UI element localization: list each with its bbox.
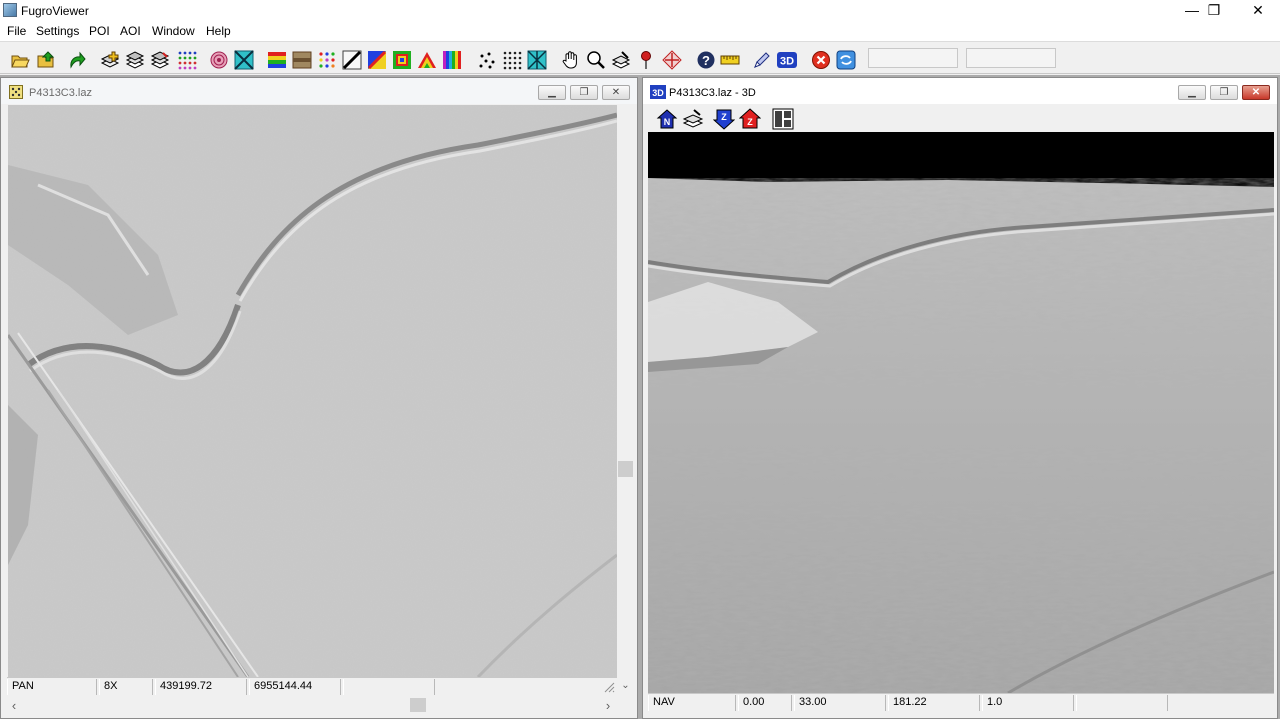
ruler-icon[interactable]: [719, 49, 741, 70]
layer-tilt-icon[interactable]: [682, 108, 704, 130]
north-home-icon[interactable]: N: [656, 108, 678, 130]
map-2d-statusbar: PAN 8X 439199.72 6955144.44: [7, 677, 617, 695]
las-file-icon: [9, 85, 23, 99]
intensity-icon[interactable]: [291, 49, 313, 70]
dots-color-icon[interactable]: [316, 49, 338, 70]
hillshade-terrain: [8, 105, 617, 677]
resize-grip-icon[interactable]: [603, 681, 615, 693]
toolbar-field-1[interactable]: [868, 48, 958, 68]
view-3d-close-button[interactable]: ✕: [1242, 85, 1270, 100]
redo-arrow-icon[interactable]: [66, 49, 88, 70]
main-toolbar: ? 3D: [0, 41, 1280, 74]
view-3d-window: 3D P4313C3.laz - 3D ▁ ❐ ✕ N Z Z NAV 0.00…: [642, 77, 1278, 719]
close-button[interactable]: ✕: [1236, 0, 1280, 21]
refresh-icon[interactable]: [835, 49, 857, 70]
view-3d-statusbar: NAV 0.00 33.00 181.22 1.0: [648, 693, 1274, 711]
maximize-button[interactable]: ❐: [1192, 0, 1236, 21]
scroll-left-arrow-icon[interactable]: ‹: [7, 698, 21, 713]
layers-edit-icon[interactable]: [149, 49, 171, 70]
app-title: FugroViewer: [21, 4, 89, 18]
rainbow-bars-icon[interactable]: [441, 49, 463, 70]
z-up-icon[interactable]: Z: [738, 108, 762, 130]
view-3d-restore-button[interactable]: ❐: [1210, 85, 1238, 100]
status-empty-2: [1076, 695, 1168, 711]
3d-window-icon: 3D: [650, 85, 666, 99]
status-value-2: 33.00: [794, 695, 886, 711]
fugroviewer-app: FugroViewer — ❐ ✕ File Settings POI AOI …: [0, 0, 1280, 719]
menu-settings[interactable]: Settings: [36, 24, 79, 38]
pan-hand-icon[interactable]: [560, 49, 582, 70]
menu-poi[interactable]: POI: [89, 24, 110, 38]
menu-file[interactable]: File: [7, 24, 26, 38]
window-titlebar: FugroViewer — ❐ ✕: [0, 0, 1280, 21]
rgb-diagonal-icon[interactable]: [366, 49, 388, 70]
point-grid-icon[interactable]: [176, 49, 198, 70]
scroll-right-arrow-icon[interactable]: ›: [601, 698, 615, 713]
crosshair-icon[interactable]: [661, 49, 683, 70]
status-x-coordinate: 439199.72: [155, 679, 247, 695]
menu-aoi[interactable]: AOI: [120, 24, 141, 38]
view-3d-minimize-button[interactable]: ▁: [1178, 85, 1206, 100]
poi-pin-icon[interactable]: [635, 49, 657, 70]
menu-window[interactable]: Window: [152, 24, 195, 38]
status-value-4: 1.0: [982, 695, 1074, 711]
elevation-bands-icon[interactable]: [266, 49, 288, 70]
map-2d-titlebar[interactable]: P4313C3.laz ▁ ❐ ✕: [1, 78, 637, 104]
svg-text:?: ?: [702, 53, 710, 68]
map-2d-viewport[interactable]: [8, 105, 617, 677]
status-empty-1: [343, 679, 435, 695]
scroll-down-arrow-icon[interactable]: ⌄: [617, 680, 634, 691]
help-question-icon[interactable]: ?: [694, 49, 716, 70]
view-3d-title: P4313C3.laz - 3D: [669, 87, 756, 99]
svg-text:Z: Z: [721, 112, 727, 122]
diagonal-icon[interactable]: [341, 49, 363, 70]
open-folder-icon[interactable]: [9, 49, 31, 70]
z-down-icon[interactable]: Z: [712, 108, 736, 130]
terrain-3d-render: [648, 132, 1274, 693]
stop-icon[interactable]: [810, 49, 832, 70]
status-y-coordinate: 6955144.44: [249, 679, 341, 695]
status-mode: PAN: [7, 679, 97, 695]
3d-view-icon[interactable]: 3D: [776, 49, 798, 70]
map-2d-close-button[interactable]: ✕: [602, 85, 630, 100]
zoom-icon[interactable]: [585, 49, 607, 70]
toolbar-field-2[interactable]: [966, 48, 1056, 68]
map-2d-minimize-button[interactable]: ▁: [538, 85, 566, 100]
layers-icon[interactable]: [124, 49, 146, 70]
map-2d-vscroll-thumb[interactable]: [618, 461, 633, 477]
svg-text:3D: 3D: [652, 88, 664, 98]
tin-surface-icon[interactable]: [526, 49, 548, 70]
map-2d-horizontal-scrollbar[interactable]: ‹ ›: [7, 696, 617, 714]
svg-text:Z: Z: [747, 117, 753, 127]
view-3d-titlebar[interactable]: 3D P4313C3.laz - 3D ▁ ❐ ✕: [643, 78, 1277, 104]
menu-bar: File Settings POI AOI Window Help: [0, 21, 1280, 41]
status-value-3: 181.22: [888, 695, 980, 711]
svg-text:N: N: [664, 117, 671, 127]
map-2d-window: P4313C3.laz ▁ ❐ ✕ ⌄ PAN 8X 439199.72 695…: [0, 77, 638, 719]
dense-grid-icon[interactable]: [501, 49, 523, 70]
status-value-1: 0.00: [738, 695, 792, 711]
scatter-points-icon[interactable]: [476, 49, 498, 70]
view-3d-viewport[interactable]: [648, 132, 1274, 693]
add-layer-icon[interactable]: [99, 49, 121, 70]
menu-help[interactable]: Help: [206, 24, 231, 38]
pencil-icon[interactable]: [751, 49, 773, 70]
rainbow-arrow-icon[interactable]: [416, 49, 438, 70]
hillshade-icon[interactable]: [233, 49, 255, 70]
map-2d-title: P4313C3.laz: [29, 87, 92, 99]
profile-layers-icon[interactable]: [610, 49, 632, 70]
mdi-workspace: P4313C3.laz ▁ ❐ ✕ ⌄ PAN 8X 439199.72 695…: [0, 75, 1280, 719]
color-square-icon[interactable]: [391, 49, 413, 70]
target-rings-icon[interactable]: [208, 49, 230, 70]
status-zoom: 8X: [99, 679, 153, 695]
split-view-icon[interactable]: [772, 108, 794, 130]
map-2d-hscroll-thumb[interactable]: [410, 698, 426, 712]
map-2d-restore-button[interactable]: ❐: [570, 85, 598, 100]
map-2d-vertical-scrollbar[interactable]: ⌄: [617, 105, 634, 691]
open-file-icon[interactable]: [35, 49, 57, 70]
status-nav-mode: NAV: [648, 695, 736, 711]
svg-text:3D: 3D: [780, 55, 794, 67]
app-logo-icon: [3, 3, 17, 17]
